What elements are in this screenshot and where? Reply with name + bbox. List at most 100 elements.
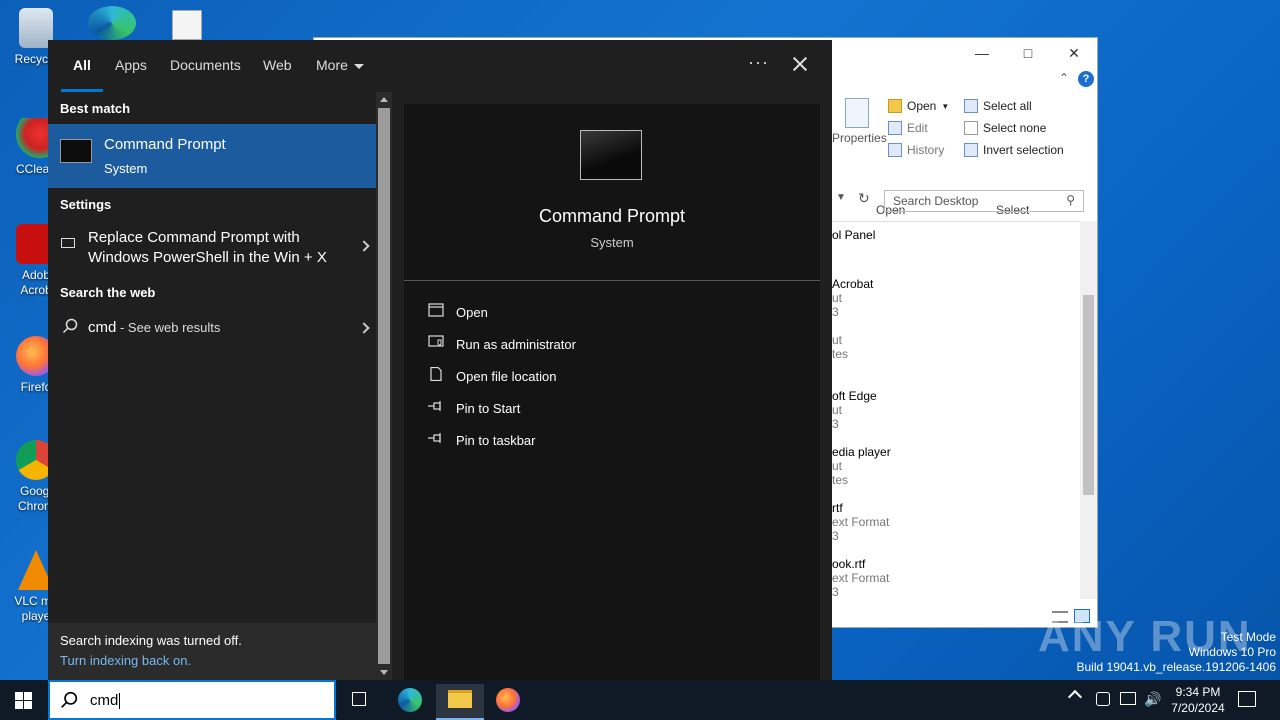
windows-logo-icon (15, 692, 32, 709)
list-item[interactable]: ut tes (832, 333, 848, 361)
open-icon (428, 303, 444, 317)
pin-to-taskbar-action[interactable]: Pin to taskbar (428, 428, 788, 452)
web-result-label: cmd - See web results (88, 319, 221, 336)
file-explorer-taskbar-button[interactable] (436, 684, 484, 720)
settings-result-label: Replace Command Prompt with Windows Powe… (88, 229, 327, 266)
clock-date: 7/20/2024 (1171, 701, 1225, 715)
show-hidden-icons-icon[interactable] (1067, 689, 1083, 705)
edge-icon (398, 688, 422, 712)
task-view-icon (352, 692, 366, 706)
firefox-taskbar-button[interactable] (484, 684, 532, 720)
taskbar-clock[interactable]: 9:34 PM 7/20/2024 (1160, 684, 1236, 716)
more-options-icon[interactable]: ··· (748, 52, 769, 73)
select-all-button[interactable]: Select all (964, 96, 1032, 116)
refresh-icon[interactable]: ↻ (858, 190, 870, 207)
maximize-icon[interactable]: □ (1005, 38, 1051, 68)
pin-icon (428, 401, 441, 411)
chevron-right-icon (358, 322, 370, 334)
collapse-ribbon-icon[interactable]: ⌃ (1059, 71, 1069, 85)
task-view-button[interactable] (336, 684, 384, 720)
detail-pane: Command Prompt System Open Run as admini… (404, 104, 820, 680)
invert-selection-icon (964, 143, 978, 157)
scrollbar-thumb[interactable] (1083, 295, 1094, 495)
section-best-match: Best match (60, 101, 131, 116)
properties-icon (845, 98, 869, 128)
scrollbar-thumb[interactable] (378, 108, 390, 664)
search-icon (61, 691, 78, 708)
shield-icon (428, 335, 444, 347)
search-tabs: All Apps Documents Web More ··· (48, 40, 832, 92)
list-item[interactable]: rtf ext Format 3 (832, 501, 889, 543)
chevron-down-icon (353, 63, 364, 69)
open-button[interactable]: Open ▼ (888, 96, 949, 116)
notifications-icon[interactable] (1238, 691, 1256, 707)
list-item[interactable]: edia player ut tes (832, 445, 891, 487)
taskbar-search-input[interactable]: cmd (48, 680, 336, 720)
select-none-icon (964, 121, 978, 135)
command-prompt-large-icon (580, 130, 642, 180)
properties-button[interactable]: Properties (832, 98, 887, 145)
invert-selection-button[interactable]: Invert selection (964, 140, 1064, 160)
command-prompt-icon (60, 139, 92, 163)
clock-time: 9:34 PM (1175, 685, 1221, 699)
select-all-icon (964, 99, 978, 113)
scroll-up-icon[interactable] (380, 97, 388, 102)
search-icon: ⚲ (1066, 193, 1075, 207)
tab-documents[interactable]: Documents (170, 57, 241, 92)
history-button[interactable]: History (888, 140, 944, 160)
taskbar: cmd 🔊 9:34 PM 7/20/2024 (0, 680, 1280, 720)
section-search-web: Search the web (60, 285, 156, 300)
settings-result-item[interactable]: Replace Command Prompt with Windows Powe… (48, 226, 376, 270)
start-button[interactable] (0, 680, 48, 720)
monitor-icon (61, 238, 75, 248)
results-scrollbar[interactable] (376, 92, 392, 680)
file-icon (430, 367, 442, 381)
explorer-scrollbar[interactable] (1080, 221, 1097, 599)
divider (404, 280, 820, 281)
edge-taskbar-button[interactable] (386, 684, 434, 720)
open-icon (888, 99, 902, 113)
desktop-icon-file[interactable] (172, 10, 202, 40)
tab-all[interactable]: All (61, 57, 103, 92)
explorer-search-input[interactable]: Search Desktop ⚲ (884, 190, 1084, 212)
windows-build-info: Test Mode Windows 10 Pro Build 19041.vb_… (1076, 630, 1277, 674)
best-match-title: Command Prompt (104, 136, 226, 153)
folder-icon (448, 690, 472, 708)
list-item[interactable]: ook.rtf ext Format 3 (832, 557, 889, 599)
address-dropdown-icon[interactable]: ▼ (836, 192, 846, 203)
search-icon (62, 318, 78, 334)
chevron-down-icon: ▼ (941, 101, 950, 111)
best-match-item[interactable]: Command Prompt System (48, 124, 376, 188)
search-query-text: cmd (90, 692, 119, 709)
close-icon[interactable] (788, 52, 812, 76)
help-icon[interactable]: ? (1078, 71, 1094, 87)
edit-icon (888, 121, 902, 135)
edit-button[interactable]: Edit (888, 118, 928, 138)
volume-icon[interactable]: 🔊 (1144, 691, 1161, 708)
network-icon[interactable] (1096, 692, 1110, 706)
monitor-icon[interactable] (1120, 692, 1136, 705)
list-item[interactable]: ol Panel (832, 228, 875, 242)
history-icon (888, 143, 902, 157)
firefox-icon (496, 688, 520, 712)
run-as-administrator-action[interactable]: Run as administrator (428, 332, 788, 356)
open-action[interactable]: Open (428, 300, 788, 324)
select-none-button[interactable]: Select none (964, 118, 1046, 138)
close-icon[interactable]: ✕ (1051, 38, 1097, 68)
open-file-location-action[interactable]: Open file location (428, 364, 788, 388)
list-item[interactable]: Acrobat ut 3 (832, 277, 873, 319)
tab-more[interactable]: More (316, 57, 364, 92)
minimize-icon[interactable]: — (959, 38, 1005, 68)
turn-indexing-on-link[interactable]: Turn indexing back on. (60, 653, 191, 668)
pin-to-start-action[interactable]: Pin to Start (428, 396, 788, 420)
web-result-item[interactable]: cmd - See web results (48, 314, 376, 344)
search-flyout: All Apps Documents Web More ··· Best mat… (48, 40, 832, 680)
detail-title: Command Prompt (538, 206, 686, 226)
scroll-down-icon[interactable] (380, 670, 388, 675)
list-item[interactable]: oft Edge ut 3 (832, 389, 877, 431)
desktop-icon-edge[interactable] (88, 6, 136, 40)
tab-apps[interactable]: Apps (115, 57, 147, 92)
tab-web[interactable]: Web (263, 57, 292, 92)
results-pane: Best match Command Prompt System Setting… (48, 92, 376, 680)
section-settings: Settings (60, 197, 112, 212)
